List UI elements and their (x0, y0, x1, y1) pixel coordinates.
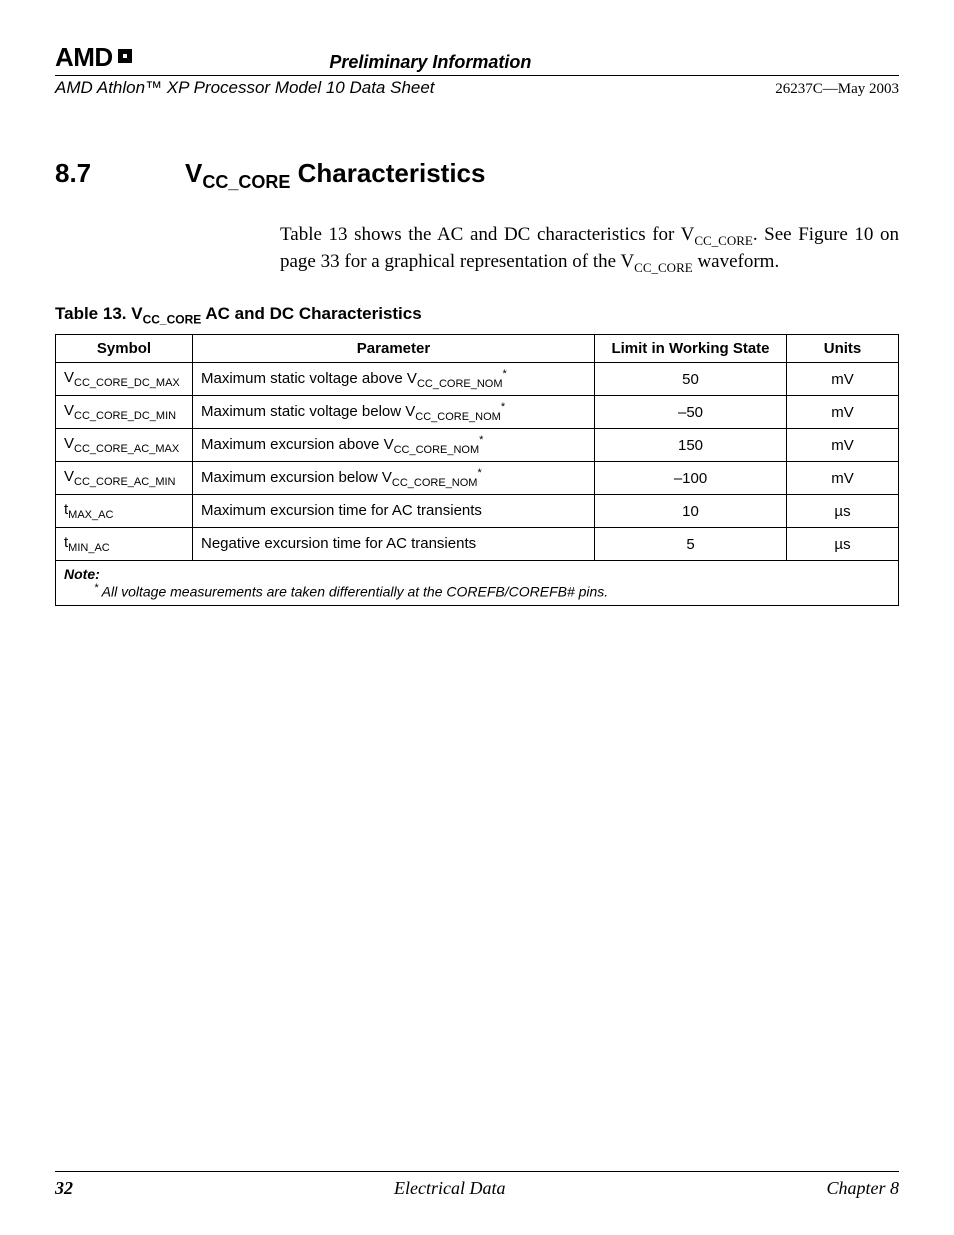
table-row: tMIN_AC Negative excursion time for AC t… (56, 528, 899, 561)
logo-text: AMD (55, 42, 113, 73)
table-note-row: Note: * All voltage measurements are tak… (56, 561, 899, 606)
param-star: * (503, 368, 507, 380)
th-symbol: Symbol (56, 335, 193, 363)
table-row: VCC_CORE_DC_MIN Maximum static voltage b… (56, 396, 899, 429)
page-header: AMD Preliminary Information (55, 42, 899, 73)
sym-sub: CC_CORE_DC_MIN (74, 410, 176, 422)
subheader: AMD Athlon™ XP Processor Model 10 Data S… (55, 78, 899, 98)
body-sub-2: CC_CORE (634, 259, 693, 274)
table-row: tMAX_AC Maximum excursion time for AC tr… (56, 495, 899, 528)
caption-sub: CC_CORE (143, 312, 202, 326)
page-footer: 32 Electrical Data Chapter 8 (55, 1171, 899, 1199)
cell-symbol: tMIN_AC (56, 528, 193, 561)
param-main: Maximum excursion time for AC transients (201, 502, 482, 519)
sym-sub: CC_CORE_AC_MIN (74, 476, 175, 488)
param-main: Maximum excursion above V (201, 436, 394, 453)
body-sub-1: CC_CORE (694, 233, 753, 248)
section-title-sub: CC_CORE (202, 172, 290, 192)
param-sub: CC_CORE_NOM (417, 378, 503, 390)
sym-sub: CC_CORE_AC_MAX (74, 443, 179, 455)
sym-main: V (64, 468, 74, 485)
table-row: VCC_CORE_AC_MAX Maximum excursion above … (56, 429, 899, 462)
doc-title: AMD Athlon™ XP Processor Model 10 Data S… (55, 78, 435, 98)
cell-param: Negative excursion time for AC transient… (193, 528, 595, 561)
cell-limit: 10 (595, 495, 787, 528)
cell-units: µs (787, 495, 899, 528)
cell-limit: 50 (595, 363, 787, 396)
th-limit: Limit in Working State (595, 335, 787, 363)
param-sub: CC_CORE_NOM (415, 411, 501, 423)
sym-sub: CC_CORE_DC_MAX (74, 377, 180, 389)
doc-id: 26237C—May 2003 (724, 81, 899, 98)
header-rule (55, 75, 899, 76)
cell-symbol: tMAX_AC (56, 495, 193, 528)
characteristics-table: Symbol Parameter Limit in Working State … (55, 334, 899, 606)
param-sub: CC_CORE_NOM (394, 444, 480, 456)
doc-id-placeholder (724, 56, 899, 73)
cell-param: Maximum excursion below VCC_CORE_NOM* (193, 462, 595, 495)
footer-right: Chapter 8 (826, 1178, 899, 1199)
sym-sub: MAX_AC (68, 509, 113, 521)
th-parameter: Parameter (193, 335, 595, 363)
param-star: * (477, 467, 481, 479)
cell-symbol: VCC_CORE_DC_MIN (56, 396, 193, 429)
table-header-row: Symbol Parameter Limit in Working State … (56, 335, 899, 363)
page-number: 32 (55, 1178, 73, 1199)
param-main: Maximum static voltage above V (201, 370, 417, 387)
cell-units: µs (787, 528, 899, 561)
param-star: * (479, 434, 483, 446)
body-frag-1a: Table 13 shows the AC and DC characteris… (280, 224, 694, 245)
param-sub: CC_CORE_NOM (392, 477, 478, 489)
table-note-cell: Note: * All voltage measurements are tak… (56, 561, 899, 606)
th-units: Units (787, 335, 899, 363)
param-main: Maximum static voltage below V (201, 403, 415, 420)
section-heading: 8.7 VCC_CORE Characteristics (55, 158, 899, 193)
note-label: Note: (64, 566, 890, 582)
cell-units: mV (787, 396, 899, 429)
amd-logo: AMD (55, 42, 137, 73)
param-star: * (501, 401, 505, 413)
cell-limit: 5 (595, 528, 787, 561)
section-number: 8.7 (55, 158, 185, 189)
section-title-suffix: Characteristics (290, 158, 485, 188)
section-body: Table 13 shows the AC and DC characteris… (280, 223, 899, 276)
sym-main: V (64, 402, 74, 419)
caption-suffix: AC and DC Characteristics (201, 304, 421, 323)
cell-param: Maximum static voltage above VCC_CORE_NO… (193, 363, 595, 396)
footer-rule (55, 1171, 899, 1172)
table-row: VCC_CORE_AC_MIN Maximum excursion below … (56, 462, 899, 495)
cell-units: mV (787, 429, 899, 462)
table-caption: Table 13. VCC_CORE AC and DC Characteris… (55, 304, 899, 326)
table-row: VCC_CORE_DC_MAX Maximum static voltage a… (56, 363, 899, 396)
footer-row: 32 Electrical Data Chapter 8 (55, 1178, 899, 1199)
preliminary-label: Preliminary Information (137, 52, 724, 73)
page: AMD Preliminary Information AMD Athlon™ … (0, 0, 954, 1235)
cell-limit: –50 (595, 396, 787, 429)
sym-main: V (64, 435, 74, 452)
cell-symbol: VCC_CORE_DC_MAX (56, 363, 193, 396)
cell-units: mV (787, 462, 899, 495)
sym-sub: MIN_AC (68, 542, 110, 554)
section-title-prefix: V (185, 158, 202, 188)
section-title: VCC_CORE Characteristics (185, 158, 485, 193)
cell-symbol: VCC_CORE_AC_MAX (56, 429, 193, 462)
cell-limit: –100 (595, 462, 787, 495)
footer-center: Electrical Data (394, 1178, 505, 1199)
cell-symbol: VCC_CORE_AC_MIN (56, 462, 193, 495)
cell-limit: 150 (595, 429, 787, 462)
param-main: Negative excursion time for AC transient… (201, 535, 476, 552)
cell-units: mV (787, 363, 899, 396)
body-frag-1c: waveform. (693, 251, 780, 272)
note-body: All voltage measurements are taken diffe… (98, 584, 608, 600)
table-body: VCC_CORE_DC_MAX Maximum static voltage a… (56, 363, 899, 606)
cell-param: Maximum static voltage below VCC_CORE_NO… (193, 396, 595, 429)
note-text: * All voltage measurements are taken dif… (94, 582, 890, 600)
cell-param: Maximum excursion above VCC_CORE_NOM* (193, 429, 595, 462)
cell-param: Maximum excursion time for AC transients (193, 495, 595, 528)
amd-arrow-icon (115, 42, 137, 73)
param-main: Maximum excursion below V (201, 469, 392, 486)
sym-main: V (64, 369, 74, 386)
caption-prefix: Table 13. V (55, 304, 143, 323)
